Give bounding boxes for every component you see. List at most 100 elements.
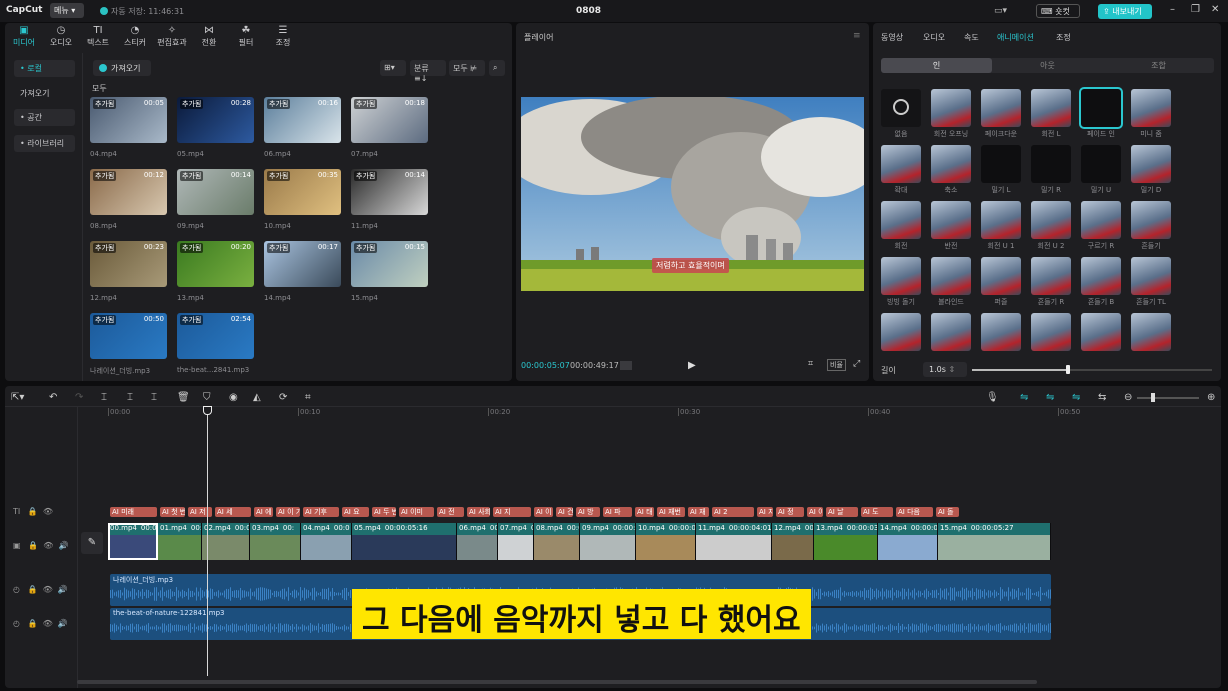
text-clip[interactable]: AI 요 <box>342 507 369 517</box>
media-thumbnail[interactable]: 추가됨 02:54 <box>177 313 254 359</box>
animation-preset[interactable] <box>981 89 1021 127</box>
text-clip[interactable]: AI 건 <box>556 507 573 517</box>
animation-preset[interactable] <box>1081 145 1121 183</box>
screenshot-icon[interactable]: ⌗ <box>808 359 813 369</box>
text-clip[interactable]: AI 사회 <box>467 507 490 517</box>
video-clip[interactable]: 12.mp400:0 <box>772 523 814 560</box>
text-clip[interactable]: AI 저 <box>188 507 212 517</box>
video-clip[interactable]: 08.mp400:0 <box>534 523 580 560</box>
fullscreen-icon[interactable]: ⤢ <box>853 359 860 369</box>
animation-preset[interactable] <box>1031 313 1071 351</box>
sidebar-item-space[interactable]: • 공간 <box>14 109 75 126</box>
text-clip[interactable]: AI 이 기 <box>276 507 300 517</box>
animation-preset[interactable] <box>1079 87 1123 129</box>
animation-preset[interactable] <box>881 201 921 239</box>
animation-preset[interactable] <box>931 145 971 183</box>
sidebar-item-local[interactable]: • 로컬 <box>14 60 75 77</box>
media-thumbnail[interactable]: 추가됨 00:17 <box>264 241 341 287</box>
text-clip[interactable]: AI 이미 <box>399 507 434 517</box>
video-clip[interactable]: 01.mp4 00: <box>158 523 202 560</box>
text-clip[interactable]: AI 태 <box>635 507 654 517</box>
layout-icon[interactable]: ▭▾ <box>994 6 1014 16</box>
split-left-icon[interactable]: ⌶ <box>127 392 133 403</box>
magnet-icon[interactable]: ⇋ <box>1020 392 1028 403</box>
menu-button[interactable]: 메뉴 ▾ <box>50 3 84 18</box>
animation-preset[interactable] <box>931 201 971 239</box>
video-clip[interactable]: 13.mp4 00:00:03 <box>814 523 878 560</box>
text-clip[interactable]: AI 지 <box>493 507 531 517</box>
animation-preset[interactable] <box>981 145 1021 183</box>
detail-tab-4[interactable]: 조정 <box>1056 32 1071 43</box>
tab-0[interactable]: ▣ 미디어 <box>5 25 43 48</box>
media-thumbnail[interactable]: 추가됨 00:14 <box>351 169 428 215</box>
zoom-out-icon[interactable]: ⊖ <box>1124 392 1132 403</box>
text-clip[interactable]: AI 날 <box>826 507 858 517</box>
animation-preset[interactable] <box>881 89 921 127</box>
text-clip[interactable]: AI 에 <box>254 507 273 517</box>
tab-3[interactable]: ◔ 스티커 <box>116 25 154 48</box>
split-icon[interactable]: ⌶ <box>101 392 107 403</box>
text-clip[interactable]: AI 방 <box>576 507 600 517</box>
rotate-icon[interactable]: ⟳ <box>279 392 287 403</box>
video-clip[interactable]: 14.mp4 00:00:0 <box>878 523 938 560</box>
detail-tab-0[interactable]: 동영상 <box>881 32 903 43</box>
crop-icon[interactable]: ⌗ <box>305 392 311 403</box>
text-clip[interactable]: AI 정 <box>776 507 804 517</box>
select-tool-icon[interactable]: ⇱▾ <box>11 392 24 403</box>
animation-preset[interactable] <box>1031 89 1071 127</box>
media-thumbnail[interactable]: 추가됨 00:35 <box>264 169 341 215</box>
tab-6[interactable]: ☘ 필터 <box>227 25 265 48</box>
freeze-icon[interactable]: ◉ <box>229 392 238 403</box>
tab-5[interactable]: ⋈ 전환 <box>190 25 228 48</box>
detail-tab-3[interactable]: 애니메이션 <box>997 32 1034 43</box>
length-slider-handle[interactable] <box>1066 365 1070 374</box>
playhead[interactable] <box>207 407 208 676</box>
animation-preset[interactable] <box>1031 201 1071 239</box>
text-clip[interactable]: AI 재 <box>688 507 709 517</box>
video-preview[interactable]: 저렴하고 효율적이며 <box>521 97 864 291</box>
text-clip[interactable]: AI 전 <box>437 507 464 517</box>
video-clip[interactable]: 05.mp4 00:00:05:16 <box>352 523 457 560</box>
animation-preset[interactable] <box>1081 313 1121 351</box>
minimize-icon[interactable]: – <box>1170 4 1175 15</box>
video-clip[interactable]: 04.mp4 00:0 <box>301 523 352 560</box>
marker-icon[interactable]: ⛉ <box>203 392 211 403</box>
media-thumbnail[interactable]: 추가됨 00:12 <box>90 169 167 215</box>
filter-button[interactable]: 모두 ⊭ <box>449 60 485 76</box>
sort-button[interactable]: 분류 ≡↓ <box>410 60 446 83</box>
animation-preset[interactable] <box>1081 257 1121 295</box>
media-thumbnail[interactable]: 추가됨 00:16 <box>264 97 341 143</box>
split-right-icon[interactable]: ⌶ <box>151 392 157 403</box>
text-clip[interactable]: AI 미래 <box>110 507 157 517</box>
zoom-slider[interactable] <box>1137 397 1199 399</box>
media-thumbnail[interactable]: 추가됨 00:18 <box>351 97 428 143</box>
split-view-icon[interactable]: ⇆ <box>1098 392 1106 403</box>
text-clip[interactable]: AI 도 <box>861 507 893 517</box>
play-icon[interactable]: ▶ <box>688 360 696 371</box>
animation-preset[interactable] <box>881 257 921 295</box>
segment-in[interactable]: 인 <box>881 58 992 73</box>
media-thumbnail[interactable]: 추가됨 00:28 <box>177 97 254 143</box>
timeline-scrollbar[interactable] <box>77 680 1037 684</box>
text-clip[interactable]: AI 재번 <box>657 507 685 517</box>
text-clip[interactable]: AI 첫 번째 <box>160 507 185 517</box>
segment-combo[interactable]: 조합 <box>1103 58 1214 73</box>
restore-icon[interactable]: ❐ <box>1191 4 1200 15</box>
detail-tab-2[interactable]: 속도 <box>964 32 979 43</box>
tab-1[interactable]: ◷ 오디오 <box>42 25 80 48</box>
timecode-mode-icon[interactable] <box>620 361 632 370</box>
import-button[interactable]: 가져오기 <box>93 60 151 76</box>
video-clip[interactable]: 09.mp400:00:0 <box>580 523 636 560</box>
player-menu-icon[interactable]: ≡ <box>853 31 861 41</box>
length-input[interactable]: 1.0s ⇕ <box>923 362 967 377</box>
video-clip[interactable]: 03.mp4 00: <box>250 523 301 560</box>
zoom-slider-handle[interactable] <box>1151 393 1155 402</box>
text-clip[interactable]: AI 세 <box>215 507 251 517</box>
microphone-icon[interactable]: 🎙 <box>986 392 999 403</box>
media-thumbnail[interactable]: 추가됨 00:14 <box>177 169 254 215</box>
media-thumbnail[interactable]: 추가됨 00:05 <box>90 97 167 143</box>
media-thumbnail[interactable]: 추가됨 00:15 <box>351 241 428 287</box>
animation-preset[interactable] <box>1131 313 1171 351</box>
link-icon[interactable]: ⇋ <box>1046 392 1054 403</box>
video-clip[interactable]: 15.mp4 00:00:05:27 <box>938 523 1051 560</box>
